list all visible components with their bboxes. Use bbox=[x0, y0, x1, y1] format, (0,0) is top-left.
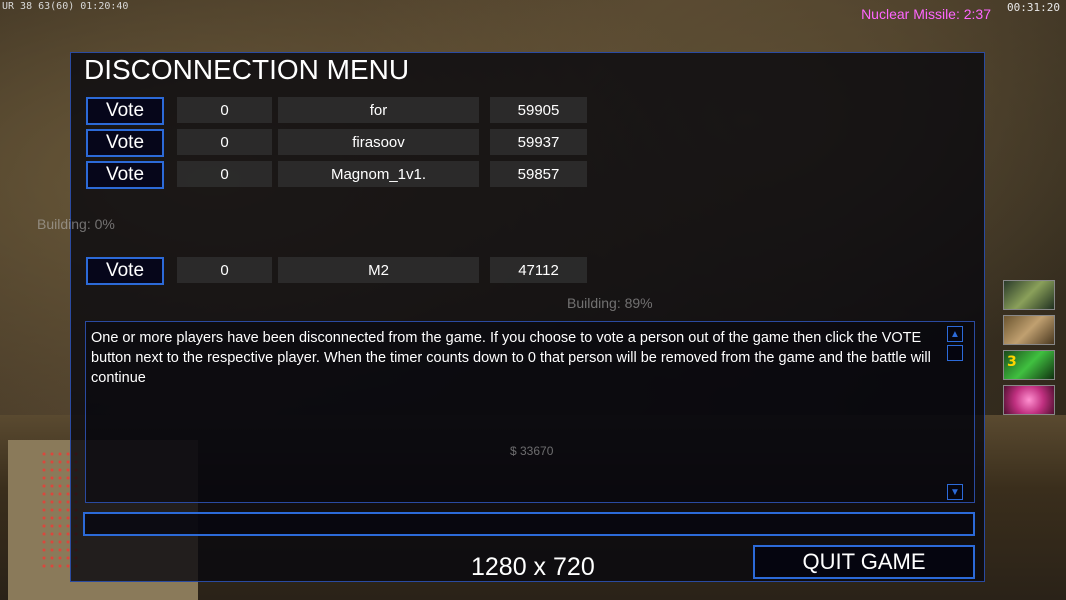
tank-icon[interactable] bbox=[1003, 280, 1055, 310]
building-progress: Building: 89% bbox=[567, 295, 653, 311]
scroll-up-icon[interactable]: ▲ bbox=[947, 326, 963, 342]
resolution-label: 1280 x 720 bbox=[471, 553, 595, 581]
scroll-down-icon[interactable]: ▼ bbox=[947, 484, 963, 500]
message-box: One or more players have been disconnect… bbox=[85, 321, 975, 503]
player-name: M2 bbox=[278, 257, 479, 283]
scroll-thumb[interactable] bbox=[947, 345, 963, 361]
player-timeout: 59937 bbox=[490, 129, 587, 155]
vote-button[interactable]: Vote bbox=[86, 161, 164, 189]
disconnect-message: One or more players have been disconnect… bbox=[91, 330, 931, 386]
disconnection-dialog: DISCONNECTION MENU Vote 0 for 59905 Vote… bbox=[37, 52, 985, 582]
biohazard-icon[interactable] bbox=[1003, 385, 1055, 415]
vote-count: 0 bbox=[177, 161, 272, 187]
vote-count: 0 bbox=[177, 97, 272, 123]
player-name: firasoov bbox=[278, 129, 479, 155]
debug-readout: UR 38 63(60) 01:20:40 bbox=[2, 1, 129, 12]
vote-button[interactable]: Vote bbox=[86, 257, 164, 285]
vote-button[interactable]: Vote bbox=[86, 129, 164, 157]
vote-count: 0 bbox=[177, 129, 272, 155]
build-queue: 3 bbox=[1003, 280, 1059, 420]
scrollbar[interactable]: ▲ ▼ bbox=[947, 326, 965, 500]
dialog-title: DISCONNECTION MENU bbox=[84, 54, 410, 85]
player-name: Magnom_1v1. bbox=[278, 161, 479, 187]
player-timeout: 47112 bbox=[490, 257, 587, 283]
building-progress: Building: 0% bbox=[37, 216, 115, 232]
unit-count: 3 bbox=[1007, 354, 1017, 370]
vote-button[interactable]: Vote bbox=[86, 97, 164, 125]
building-icon[interactable] bbox=[1003, 315, 1055, 345]
game-clock: 00:31:20 bbox=[1007, 1, 1060, 14]
money-readout: $ 33670 bbox=[510, 444, 554, 458]
player-timeout: 59857 bbox=[490, 161, 587, 187]
player-name: for bbox=[278, 97, 479, 123]
chat-input[interactable] bbox=[83, 512, 975, 536]
unit-icon[interactable]: 3 bbox=[1003, 350, 1055, 380]
quit-game-button[interactable]: QUIT GAME bbox=[753, 545, 975, 579]
vote-count: 0 bbox=[177, 257, 272, 283]
player-timeout: 59905 bbox=[490, 97, 587, 123]
nuclear-missile-timer: Nuclear Missile: 2:37 bbox=[861, 6, 991, 22]
